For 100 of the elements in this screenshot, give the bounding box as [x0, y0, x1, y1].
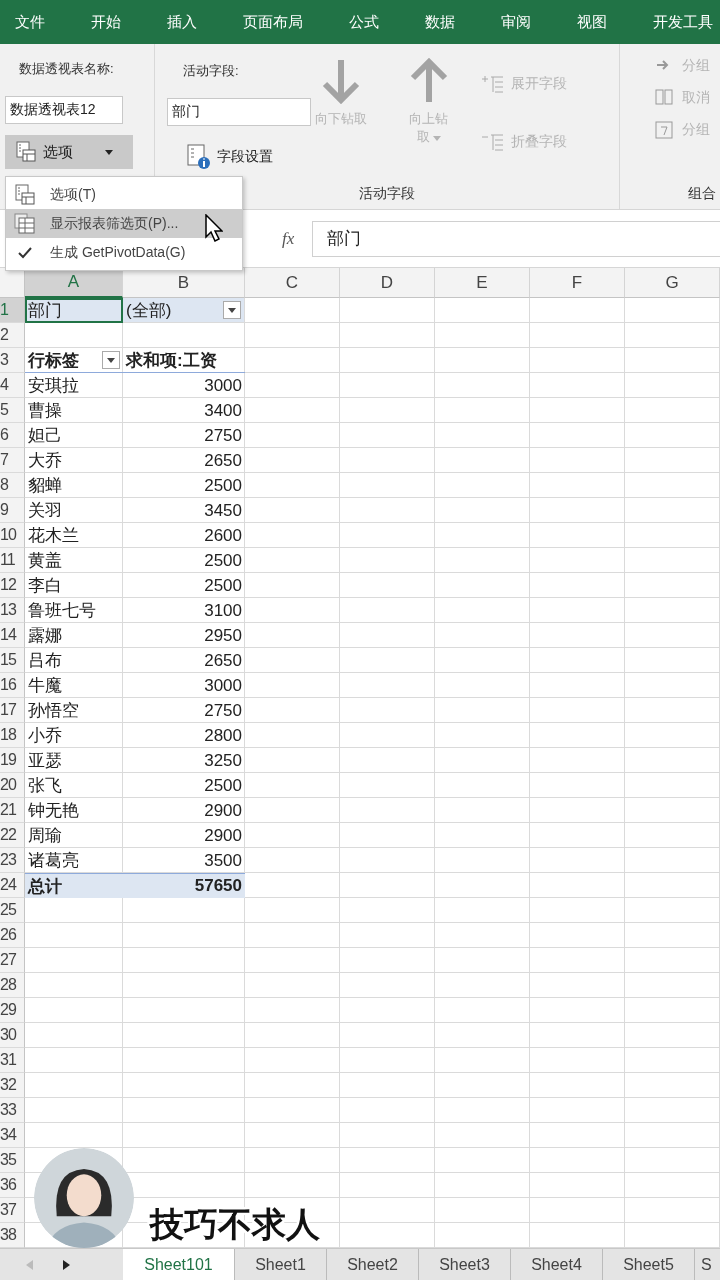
pages-icon	[14, 212, 36, 235]
row-number[interactable]: 16	[0, 673, 25, 698]
active-field-field[interactable]: 部门	[167, 98, 311, 126]
row-number[interactable]: 4	[0, 373, 25, 398]
table-cell-text: 2600	[203, 524, 243, 547]
table-cell-text: 3400	[203, 399, 243, 422]
row-number[interactable]: 27	[0, 948, 25, 973]
table-cell-text: 3250	[203, 749, 243, 772]
filter-button[interactable]	[102, 351, 120, 369]
row-number[interactable]: 15	[0, 648, 25, 673]
field-icon	[654, 120, 674, 140]
ribbon-tab[interactable]: 开始	[91, 12, 121, 32]
row-number[interactable]: 30	[0, 1023, 25, 1048]
sheet-tab[interactable]: Sheet101	[123, 1249, 235, 1280]
options-button[interactable]: 选项	[5, 135, 133, 169]
ribbon-tab[interactable]: 开发工具	[653, 12, 713, 32]
sheet-tab[interactable]: Sheet1	[235, 1249, 327, 1280]
table-cell-text: 2750	[203, 699, 243, 722]
row-number[interactable]: 9	[0, 498, 25, 523]
table-cell-text: 2900	[203, 824, 243, 847]
ribbon-tab[interactable]: 数据	[425, 12, 455, 32]
table-cell-text: 2900	[203, 799, 243, 822]
row-number[interactable]: 7	[0, 448, 25, 473]
row-number[interactable]: 35	[0, 1148, 25, 1173]
sheet-tab[interactable]: Sheet3	[419, 1249, 511, 1280]
ribbon-tab[interactable]: 页面布局	[243, 12, 303, 32]
arrow-up-icon	[409, 58, 449, 104]
column-header[interactable]: E	[435, 268, 530, 298]
menu-item[interactable]: 显示报表筛选页(P)...	[6, 209, 242, 238]
row-number[interactable]: 13	[0, 598, 25, 623]
row-number[interactable]: 33	[0, 1098, 25, 1123]
column-header[interactable]: F	[530, 268, 625, 298]
row-number[interactable]: 31	[0, 1048, 25, 1073]
row-number[interactable]: 29	[0, 998, 25, 1023]
row-number[interactable]: 32	[0, 1073, 25, 1098]
ribbon-tab[interactable]: 公式	[349, 12, 379, 32]
mouse-cursor-icon	[205, 214, 223, 242]
ribbon-tab[interactable]: 插入	[167, 12, 197, 32]
ribbon-tab[interactable]: 审阅	[501, 12, 531, 32]
table-cell-text: 亚瑟	[27, 750, 63, 772]
row-number[interactable]: 11	[0, 548, 25, 573]
row-number[interactable]: 37	[0, 1198, 25, 1223]
filter-button[interactable]	[223, 301, 241, 319]
table-cell-text: 安琪拉	[27, 375, 80, 397]
table-cell: 部门	[25, 298, 123, 323]
table-cell-text: 2500	[203, 474, 243, 497]
menu-item[interactable]: 选项(T)	[6, 180, 242, 209]
pivot-name-field[interactable]: 数据透视表12	[5, 96, 123, 124]
row-number[interactable]: 38	[0, 1223, 25, 1248]
row-number[interactable]: 24	[0, 873, 25, 898]
scroll-right-button[interactable]	[61, 1257, 72, 1272]
formula-field[interactable]: 部门	[312, 220, 720, 257]
sheet-tab[interactable]: Sheet5	[603, 1249, 695, 1280]
table-cell-text: 周瑜	[27, 825, 63, 847]
row-number[interactable]: 36	[0, 1173, 25, 1198]
function-label[interactable]: fx	[282, 228, 312, 249]
row-number[interactable]: 14	[0, 623, 25, 648]
column-header[interactable]: G	[625, 268, 720, 298]
pivot-name-label: 数据透视表名称:	[18, 60, 115, 78]
column-header[interactable]: D	[340, 268, 435, 298]
table-cell-text: 2800	[203, 724, 243, 747]
row-number[interactable]: 25	[0, 898, 25, 923]
triangle-right-icon	[63, 1259, 70, 1270]
table-cell-text: 张飞	[27, 775, 63, 797]
column-header[interactable]: C	[245, 268, 340, 298]
row-number[interactable]: 26	[0, 923, 25, 948]
sheet-tab[interactable]: Sheet4	[511, 1249, 603, 1280]
sheet-tab[interactable]: S	[695, 1249, 720, 1280]
menu-item[interactable]: 生成 GetPivotData(G)	[6, 238, 242, 267]
table-cell: 求和项:工资	[123, 348, 245, 373]
row-number[interactable]: 12	[0, 573, 25, 598]
table-cell-text: 妲己	[27, 425, 63, 447]
row-number[interactable]: 3	[0, 348, 25, 373]
sheet-tab[interactable]: Sheet2	[327, 1249, 419, 1280]
ribbon-tab[interactable]: 视图	[577, 12, 607, 32]
options-icon	[15, 141, 37, 163]
row-number[interactable]: 23	[0, 848, 25, 873]
row-number[interactable]: 10	[0, 523, 25, 548]
table-cell-text: 孙悟空	[27, 700, 80, 722]
row-number[interactable]: 22	[0, 823, 25, 848]
row-number[interactable]: 20	[0, 773, 25, 798]
table-cell-text: 诸葛亮	[27, 850, 80, 872]
table-cell-text: 曹操	[27, 400, 63, 422]
triangle-left-icon	[26, 1259, 33, 1270]
caret-icon	[433, 135, 442, 141]
row-number[interactable]: 5	[0, 398, 25, 423]
row-number[interactable]: 34	[0, 1123, 25, 1148]
field-settings-button[interactable]: 字段设置	[185, 142, 275, 172]
table-cell-text: 2500	[203, 574, 243, 597]
row-number[interactable]: 1	[0, 298, 25, 323]
row-number[interactable]: 2	[0, 323, 25, 348]
row-number[interactable]: 28	[0, 973, 25, 998]
row-number[interactable]: 17	[0, 698, 25, 723]
row-number[interactable]: 18	[0, 723, 25, 748]
table-cell-text: (全部)	[126, 299, 172, 322]
row-number[interactable]: 6	[0, 423, 25, 448]
row-number[interactable]: 19	[0, 748, 25, 773]
ribbon-tab[interactable]: 文件	[15, 12, 45, 32]
row-number[interactable]: 8	[0, 473, 25, 498]
row-number[interactable]: 21	[0, 798, 25, 823]
